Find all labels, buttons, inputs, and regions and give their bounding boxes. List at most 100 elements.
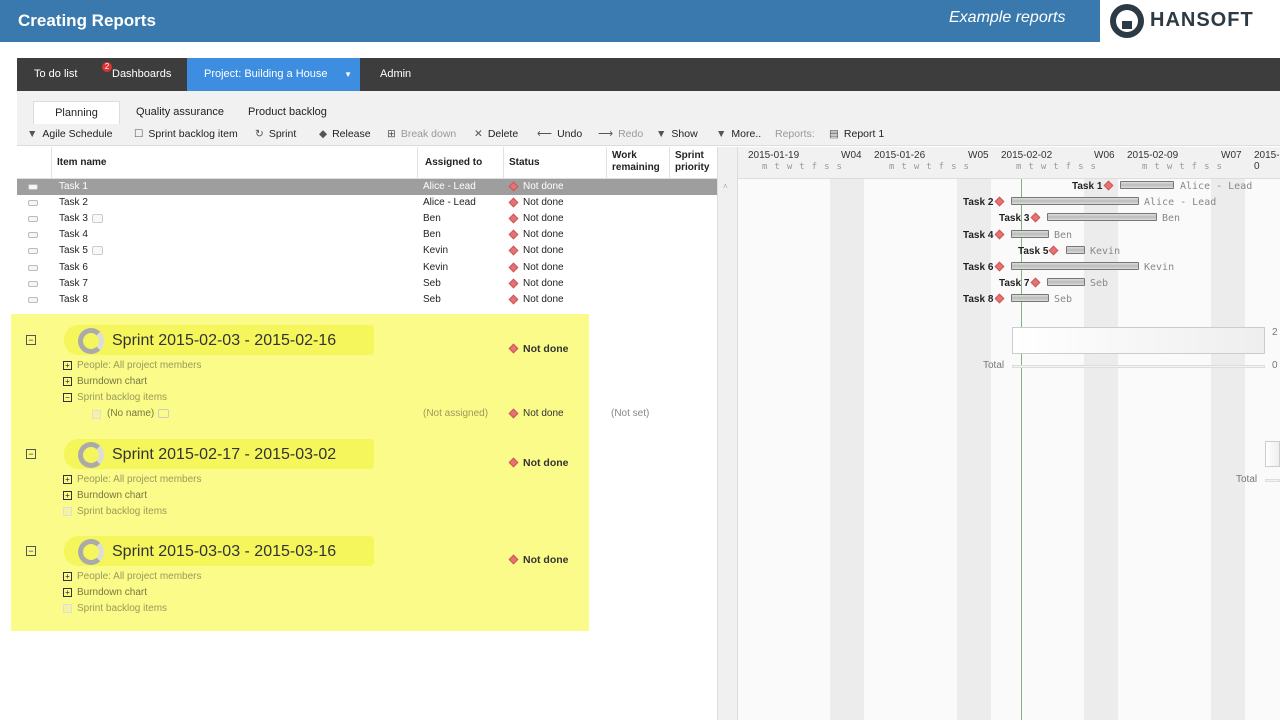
sprint-title[interactable]: Sprint 2015-02-03 - 2015-02-16 — [64, 325, 374, 355]
comment-icon — [158, 408, 170, 418]
collapse-toggle[interactable]: − — [63, 393, 72, 402]
expand-toggle[interactable]: + — [63, 491, 72, 500]
tab-quality-assurance[interactable]: Quality assurance — [124, 101, 236, 124]
chevron-down-icon[interactable]: ▼ — [344, 58, 352, 91]
status-icon — [994, 293, 1005, 304]
release-button[interactable]: ◆ Release — [319, 128, 371, 140]
sprint-people[interactable]: People: All project members — [77, 360, 202, 371]
gantt-timeline-header: 2015-01-19 W04 2015-01-26 W05 2015-02-02… — [738, 147, 1280, 179]
undo-button[interactable]: ⟵ Undo — [537, 128, 582, 140]
tab-planning[interactable]: Planning — [33, 101, 120, 124]
break-down-button[interactable]: ⊞ Break down — [387, 128, 456, 140]
nav-dashboards[interactable]: Dashboards — [112, 58, 171, 91]
col-sprint-priority[interactable]: Sprint priority — [675, 150, 717, 174]
tab-product-backlog[interactable]: Product backlog — [236, 101, 339, 124]
sprint-backlog-items[interactable]: Sprint backlog items — [77, 506, 167, 517]
nav-todo-list[interactable]: To do list 2 — [34, 58, 112, 91]
expand-toggle[interactable]: + — [63, 475, 72, 484]
report-1-button[interactable]: ▤ Report 1 — [829, 128, 884, 140]
backlog-item-work[interactable]: (Not set) — [611, 408, 649, 419]
backlog-item-status[interactable]: Not done — [523, 408, 564, 419]
sprint-people[interactable]: People: All project members — [77, 474, 202, 485]
burndown-chart-item[interactable]: Burndown chart — [77, 490, 147, 501]
table-row[interactable]: Task 1 Alice - Lead Not done — [17, 179, 717, 195]
gantt-task-label: Task 4 — [963, 230, 994, 241]
gantt-task-label: Task 3 — [999, 213, 1030, 224]
gantt-bar[interactable] — [1011, 197, 1139, 205]
gantt-week: W07 — [1221, 150, 1242, 161]
table-row[interactable]: Task 8 Seb Not done — [17, 292, 717, 308]
nav-project[interactable]: Project: Building a House ▼ — [187, 58, 360, 91]
gantt-bar[interactable] — [1047, 278, 1085, 286]
show-menu[interactable]: ▼ Show — [656, 128, 698, 140]
empty-toggle — [63, 507, 72, 516]
gantt-bar[interactable] — [1120, 181, 1174, 189]
gantt-edge-value: 0 — [1272, 360, 1278, 371]
gantt-resource: Seb — [1090, 278, 1109, 289]
col-assigned-to[interactable]: Assigned to — [425, 157, 482, 169]
gantt-task-label: Task 5 — [1018, 246, 1049, 257]
gantt-bar[interactable] — [1011, 262, 1139, 270]
today-line — [1021, 179, 1022, 720]
gantt-sprint-bar[interactable] — [1265, 441, 1280, 467]
sprint-icon — [78, 328, 104, 354]
dropdown-arrow-icon: ▼ — [716, 128, 727, 140]
agile-schedule-button[interactable]: ▼ Agile Schedule — [27, 128, 112, 140]
col-item-name[interactable]: Item name — [57, 157, 106, 169]
dropdown-arrow-icon: ▼ — [656, 128, 667, 140]
gantt-bar[interactable] — [1066, 246, 1085, 254]
nav-todo-label: To do list — [34, 68, 78, 80]
table-row[interactable]: Task 2 Alice - Lead Not done — [17, 195, 717, 211]
gantt-sprint-bar[interactable] — [1012, 327, 1265, 354]
gantt-days: mtwtfss — [1142, 162, 1229, 172]
sprint-backlog-item-button[interactable]: ☐ Sprint backlog item — [134, 128, 238, 140]
sprint-backlog-items[interactable]: Sprint backlog items — [77, 603, 167, 614]
status-icon — [1048, 245, 1059, 256]
gantt-days: mtwtfss — [762, 162, 849, 172]
gantt-bar[interactable] — [1047, 213, 1157, 221]
reports-label: Reports: — [775, 128, 815, 140]
status-icon — [508, 278, 519, 289]
sprint-backlog-items[interactable]: Sprint backlog items — [77, 392, 167, 403]
table-row[interactable]: Task 6 Kevin Not done — [17, 260, 717, 276]
gantt-total-label: Total — [983, 360, 1005, 371]
sprint-title[interactable]: Sprint 2015-03-03 - 2015-03-16 — [64, 536, 374, 566]
table-row[interactable]: Task 4 Ben Not done — [17, 227, 717, 243]
checkbox-icon[interactable] — [92, 410, 101, 419]
expand-toggle[interactable]: + — [63, 572, 72, 581]
gantt-bar[interactable] — [1011, 294, 1049, 302]
scroll-up-icon[interactable]: ˄ — [723, 182, 728, 191]
burndown-chart-item[interactable]: Burndown chart — [77, 376, 147, 387]
delete-button[interactable]: ✕ Delete — [474, 128, 518, 140]
redo-button[interactable]: ⟶ Redo — [598, 128, 643, 140]
table-row[interactable]: Task 5 Kevin Not done — [17, 243, 717, 259]
status-icon — [508, 229, 519, 240]
sprint-title[interactable]: Sprint 2015-02-17 - 2015-03-02 — [64, 439, 374, 469]
gantt-bar[interactable] — [1011, 230, 1049, 238]
pane-splitter[interactable]: ˄ — [717, 147, 738, 720]
release-icon: ◆ — [319, 128, 328, 140]
col-work-remaining[interactable]: Work remaining — [612, 150, 667, 174]
backlog-item-assigned[interactable]: (Not assigned) — [423, 408, 488, 419]
status-icon — [994, 229, 1005, 240]
table-row[interactable]: Task 3 Ben Not done — [17, 211, 717, 227]
expand-toggle[interactable]: + — [63, 377, 72, 386]
collapse-toggle[interactable]: − — [26, 546, 36, 556]
expand-toggle[interactable]: + — [63, 361, 72, 370]
sprint-people[interactable]: People: All project members — [77, 571, 202, 582]
gantt-date: 2015-02-02 — [1001, 150, 1053, 161]
sprint-button[interactable]: ↻ Sprint — [255, 128, 296, 140]
backlog-item-name[interactable]: (No name) — [107, 408, 170, 419]
expand-toggle[interactable]: + — [63, 588, 72, 597]
status-icon — [508, 262, 519, 273]
more-menu[interactable]: ▼ More.. — [716, 128, 761, 140]
col-status[interactable]: Status — [509, 157, 540, 169]
burndown-chart-item[interactable]: Burndown chart — [77, 587, 147, 598]
nav-admin[interactable]: Admin — [380, 58, 411, 91]
gantt-resource: Kevin — [1144, 262, 1175, 273]
collapse-toggle[interactable]: − — [26, 335, 36, 345]
table-row[interactable]: Task 7 Seb Not done — [17, 276, 717, 292]
gantt-edge-value: 2 — [1272, 327, 1278, 338]
gantt-chart[interactable]: 2015-01-19 W04 2015-01-26 W05 2015-02-02… — [738, 147, 1280, 720]
collapse-toggle[interactable]: − — [26, 449, 36, 459]
